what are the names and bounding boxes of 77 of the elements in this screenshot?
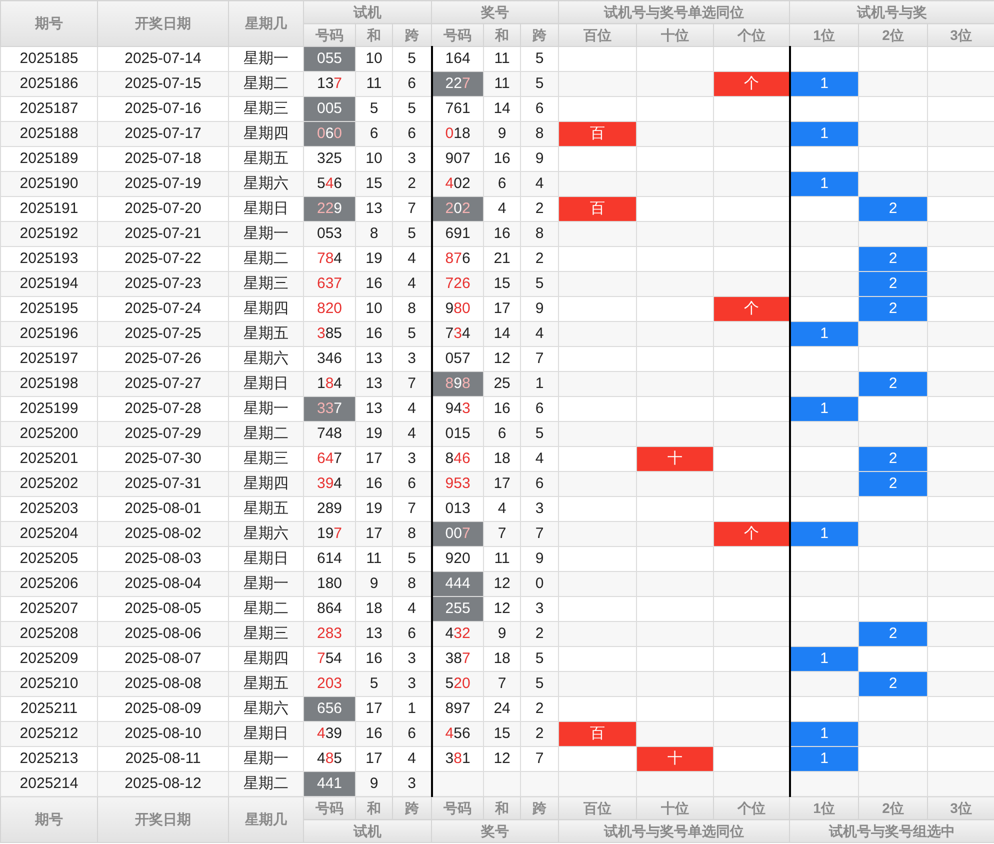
group-hit-marker: 1 (790, 122, 859, 146)
group-hit-marker: 1 (790, 522, 859, 546)
group-hit-marker: 2 (858, 472, 928, 496)
group-hit-marker: 1 (790, 396, 859, 422)
column-header: 和 (484, 24, 521, 46)
column-header: 跨 (520, 24, 559, 46)
column-header: 2位 (858, 796, 928, 820)
group-hit-marker: 2 (858, 246, 928, 272)
column-header: 开奖日期 (98, 796, 228, 842)
column-header: 百位 (558, 796, 637, 820)
column-header: 个位 (714, 24, 790, 46)
column-header: 十位 (636, 24, 714, 46)
number-cell: 202 (432, 196, 484, 222)
column-header: 星期几 (228, 0, 304, 46)
number-cell: 007 (432, 522, 484, 546)
column-header: 奖号 (432, 0, 559, 24)
group-hit-marker: 2 (858, 272, 928, 296)
number-cell: 441 (304, 772, 356, 796)
column-header: 跨 (392, 24, 432, 46)
group-hit-marker: 1 (790, 172, 859, 196)
number-cell: 005 (304, 96, 356, 122)
number-cell: 229 (304, 196, 356, 222)
column-header: 和 (356, 24, 392, 46)
column-header: 十位 (636, 796, 714, 820)
hit-marker: 个 (714, 296, 790, 322)
column-header: 期号 (0, 0, 98, 46)
number-cell: 444 (432, 572, 484, 596)
hit-marker: 百 (558, 122, 637, 146)
column-header: 试机号与奖 (790, 0, 994, 24)
number-cell: 337 (304, 396, 356, 422)
column-header: 号码 (304, 24, 356, 46)
group-hit-marker: 1 (790, 72, 859, 96)
group-hit-marker: 1 (790, 722, 859, 746)
column-header: 跨 (392, 796, 432, 820)
column-header: 试机 (304, 0, 432, 24)
hit-marker: 个 (714, 72, 790, 96)
column-header: 号码 (432, 796, 484, 820)
number-cell: 656 (304, 696, 356, 722)
hit-marker: 十 (636, 746, 714, 772)
column-header: 试机号与奖号单选同位 (558, 0, 790, 24)
column-header: 3位 (928, 796, 994, 820)
group-hit-marker: 1 (790, 646, 859, 672)
hit-marker: 十 (636, 446, 714, 472)
column-header: 星期几 (228, 796, 304, 842)
group-hit-marker: 1 (790, 746, 859, 772)
column-header: 1位 (790, 24, 859, 46)
number-cell: 060 (304, 122, 356, 146)
column-header: 和 (484, 796, 521, 820)
column-header: 和 (356, 796, 392, 820)
column-header: 号码 (432, 24, 484, 46)
group-hit-marker: 2 (858, 622, 928, 646)
group-hit-marker: 2 (858, 672, 928, 696)
hit-marker: 百 (558, 196, 637, 222)
column-header: 试机号与奖号单选同位 (558, 820, 790, 842)
group-hit-marker: 2 (858, 296, 928, 322)
column-header: 试机号与奖号组选中 (790, 820, 994, 842)
column-header: 试机 (304, 820, 432, 842)
column-header: 1位 (790, 796, 859, 820)
number-cell: 055 (304, 46, 356, 72)
column-header: 号码 (304, 796, 356, 820)
hit-marker: 个 (714, 522, 790, 546)
column-header: 2位 (858, 24, 928, 46)
number-cell: 898 (432, 372, 484, 396)
column-header: 跨 (520, 796, 559, 820)
column-header: 百位 (558, 24, 637, 46)
number-cell: 227 (432, 72, 484, 96)
column-header: 期号 (0, 796, 98, 842)
group-hit-marker: 2 (858, 372, 928, 396)
hit-marker: 百 (558, 722, 637, 746)
group-hit-marker: 1 (790, 322, 859, 346)
group-hit-marker: 2 (858, 446, 928, 472)
column-header: 开奖日期 (98, 0, 228, 46)
number-cell: 255 (432, 596, 484, 622)
group-hit-marker: 2 (858, 196, 928, 222)
column-header: 个位 (714, 796, 790, 820)
column-header: 3位 (928, 24, 994, 46)
column-header: 奖号 (432, 820, 559, 842)
